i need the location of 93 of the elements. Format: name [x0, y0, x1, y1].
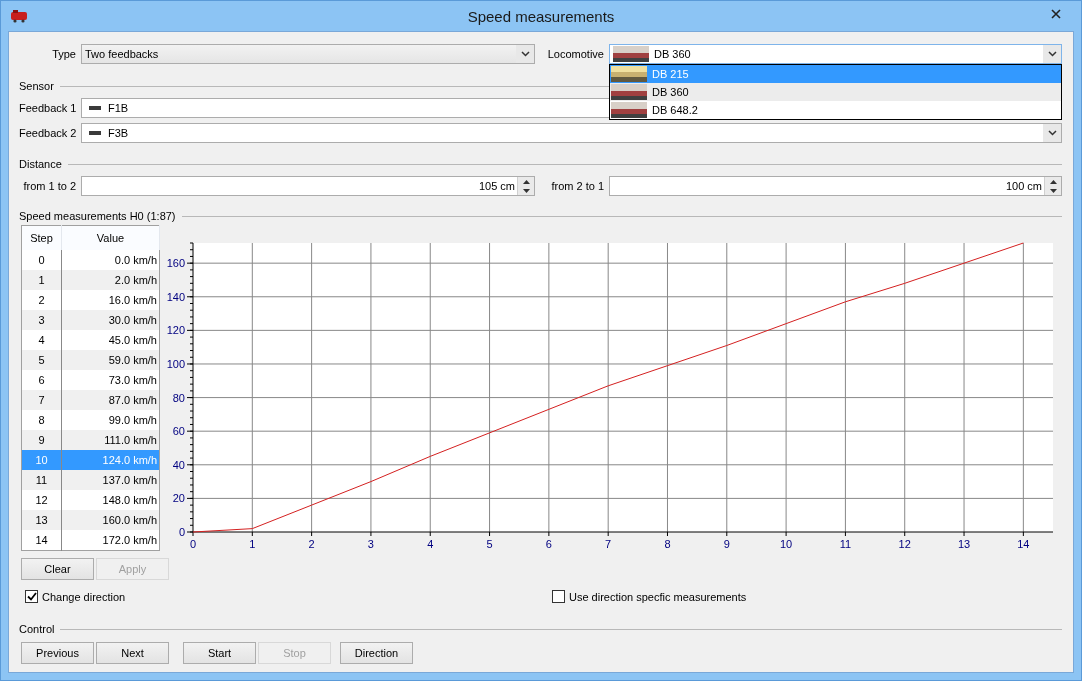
locomotive-icon [10, 9, 28, 23]
field-label: Type [51, 48, 76, 60]
chevron-down-icon [1047, 51, 1057, 57]
dropdown-option[interactable]: DB 648.2 [610, 101, 1061, 119]
photo-placeholder [613, 46, 649, 62]
section-title: Speed measurements H0 (1:87) [19, 210, 176, 222]
x-tick-label: 9 [723, 538, 730, 550]
y-tick-label: 100 [166, 358, 185, 370]
close-icon [1051, 9, 1061, 19]
checkbox[interactable] [25, 590, 38, 603]
spin-up-button[interactable] [518, 177, 534, 186]
action-button[interactable]: Clear [21, 558, 94, 580]
spin-down-button[interactable] [1045, 186, 1061, 195]
x-tick-label: 10 [780, 538, 793, 550]
value-cell[interactable]: 16.0 km/h [61, 290, 160, 310]
value-cell[interactable]: 148.0 km/h [61, 490, 160, 510]
x-tick-label: 7 [605, 538, 612, 550]
x-tick-label: 0 [189, 538, 197, 550]
x-tick-label: 2 [308, 538, 315, 550]
y-tick-label: 120 [166, 324, 185, 337]
x-tick-label: 8 [664, 538, 671, 550]
y-tick-label: 40 [172, 458, 185, 471]
x-tick-label: 4 [427, 538, 434, 550]
checkbox-label: Change direction [42, 590, 126, 603]
bar-icon [89, 106, 101, 110]
chevron-down-icon [1047, 130, 1057, 136]
value-cell[interactable]: 45.0 km/h [61, 330, 160, 350]
x-tick-label: 3 [367, 538, 374, 550]
column-header[interactable]: Value [61, 225, 160, 250]
field-label: from 2 to 1 [550, 180, 604, 192]
down-arrow-icon [522, 188, 530, 193]
step-cell[interactable]: 14 [21, 530, 62, 550]
y-tick-label: 160 [166, 257, 185, 270]
x-tick-label: 1 [249, 538, 256, 550]
step-cell[interactable]: 1 [21, 270, 62, 290]
step-cell[interactable]: 5 [21, 350, 62, 370]
checkbox-label: Use direction specfic measurements [569, 590, 747, 603]
value-cell[interactable]: 99.0 km/h [61, 410, 160, 430]
field-label: Feedback 2 [19, 127, 76, 139]
window-title: Speed measurements [467, 7, 615, 25]
spin-up-button[interactable] [1045, 177, 1061, 186]
value-cell[interactable]: 111.0 km/h [61, 430, 160, 450]
value-cell[interactable]: 59.0 km/h [61, 350, 160, 370]
chevron-down-icon [520, 51, 530, 57]
step-cell[interactable]: 9 [21, 430, 62, 450]
value-cell[interactable]: 2.0 km/h [61, 270, 160, 290]
step-cell[interactable]: 11 [21, 470, 62, 490]
x-tick-label: 11 [839, 538, 852, 550]
photo-placeholder [611, 84, 647, 100]
feedback-dropdown[interactable]: F3B [81, 123, 1062, 143]
value-cell[interactable]: 0.0 km/h [61, 250, 160, 270]
distance-spinner[interactable]: 105 cm [81, 176, 535, 196]
up-arrow-icon [1049, 179, 1057, 184]
value-cell[interactable]: 73.0 km/h [61, 370, 160, 390]
x-tick-label: 5 [486, 538, 493, 550]
control-button[interactable]: Start [183, 642, 256, 664]
x-tick-label: 6 [545, 538, 552, 550]
type-dropdown[interactable]: Two feedbacks [81, 44, 535, 64]
photo-placeholder [611, 102, 647, 118]
section-title: Sensor [19, 80, 54, 92]
field-label: Locomotive [546, 48, 604, 60]
bar-icon [89, 131, 101, 135]
column-header[interactable]: Step [21, 225, 62, 250]
down-arrow-icon [1049, 188, 1057, 193]
value-cell[interactable]: 172.0 km/h [61, 530, 160, 550]
value-cell[interactable]: 87.0 km/h [61, 390, 160, 410]
dropdown-option[interactable]: DB 360 [610, 83, 1061, 101]
x-tick-label: 13 [957, 538, 971, 550]
photo-placeholder [611, 66, 647, 82]
value-cell[interactable]: 160.0 km/h [61, 510, 160, 530]
control-button[interactable]: Direction [340, 642, 413, 664]
spin-down-button[interactable] [518, 186, 534, 195]
y-tick-label: 140 [166, 290, 185, 303]
step-cell[interactable]: 7 [21, 390, 62, 410]
y-tick-label: 20 [172, 492, 185, 505]
value-cell[interactable]: 30.0 km/h [61, 310, 160, 330]
x-tick-label: 14 [1017, 538, 1030, 550]
control-button[interactable]: Next [96, 642, 169, 664]
distance-spinner[interactable]: 100 cm [609, 176, 1062, 196]
value-cell[interactable]: 137.0 km/h [61, 470, 160, 490]
y-tick-label: 60 [172, 425, 185, 438]
section-title: Control [19, 623, 55, 635]
y-tick-label: 0 [178, 526, 185, 538]
field-label: Feedback 1 [19, 102, 76, 114]
section-title: Distance [19, 158, 62, 170]
control-button[interactable]: Previous [21, 642, 94, 664]
y-tick-label: 80 [172, 391, 185, 404]
step-cell[interactable]: 3 [21, 310, 62, 330]
checkbox[interactable] [552, 590, 565, 603]
step-cell[interactable]: 13 [21, 510, 62, 530]
up-arrow-icon [522, 179, 530, 184]
field-label: from 1 to 2 [22, 180, 76, 192]
x-tick-label: 12 [898, 538, 911, 550]
